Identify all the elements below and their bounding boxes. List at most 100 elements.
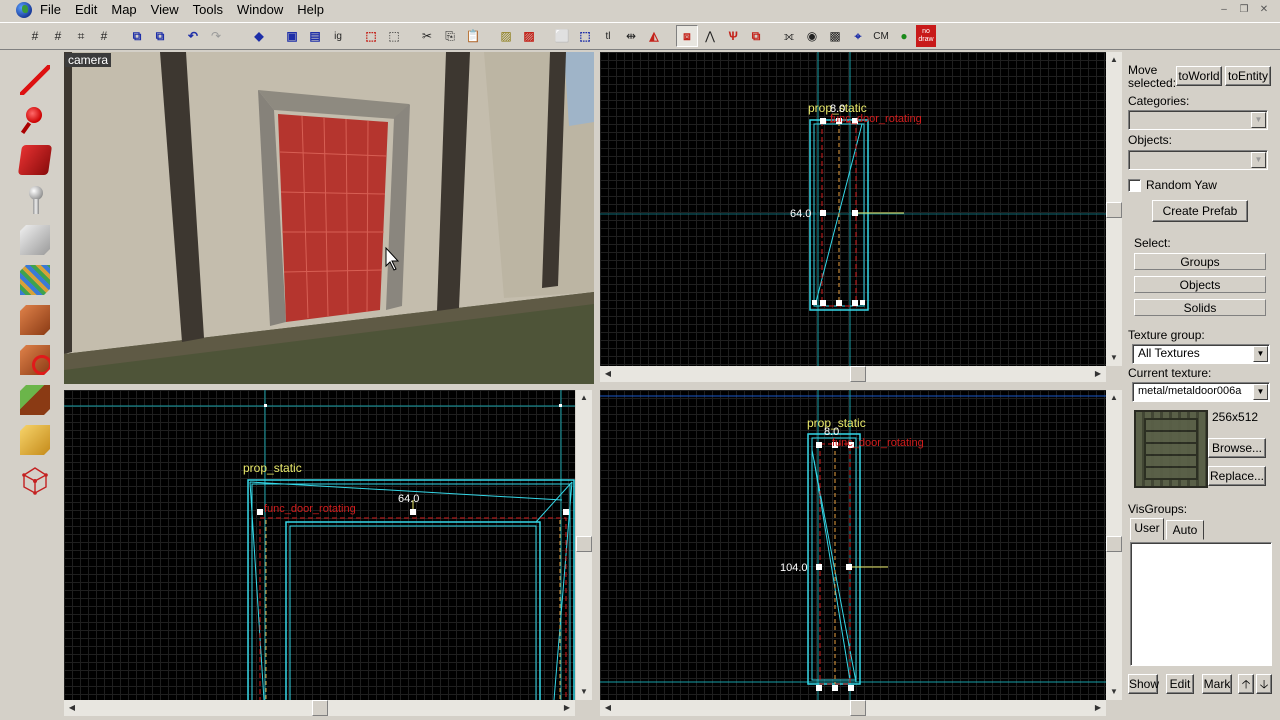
flip-horizontal-icon[interactable]: ⇹ (620, 25, 642, 47)
camera-icon[interactable]: ⌖ (847, 25, 869, 47)
to-world-button[interactable]: toWorld (1176, 66, 1222, 86)
top-2d-viewport[interactable]: prop_static func_door_rotating 8.0 64.0 (600, 52, 1106, 366)
tie-to-entity-icon[interactable]: ⬚ (574, 25, 596, 47)
grid-size-icon[interactable]: # (93, 25, 115, 47)
mark-button[interactable]: Mark (1202, 674, 1232, 694)
carve-icon[interactable]: ◆ (248, 25, 270, 47)
side-viewport-hscroll[interactable]: ◀ ▶ (600, 700, 1106, 716)
top-viewport-hscroll[interactable]: ◀ ▶ (600, 366, 1106, 382)
align-icon[interactable]: ⋀ (699, 25, 721, 47)
grid-toggle-icon[interactable]: # (24, 25, 46, 47)
arrow-down-icon[interactable]: 🡣 (1256, 674, 1272, 694)
menu-window[interactable]: Window (230, 0, 290, 20)
undo-icon[interactable]: ↶ (182, 25, 204, 47)
front-2d-viewport[interactable]: prop_static func_door_rotating 64.0 (64, 390, 575, 700)
top-viewport-vscroll[interactable]: ▲ ▼ (1106, 52, 1122, 366)
front-vscroll-thumb[interactable] (576, 536, 592, 552)
redo-icon[interactable]: ↷ (205, 25, 227, 47)
menu-edit[interactable]: Edit (68, 0, 104, 20)
ignore-groups-icon[interactable]: ig (327, 25, 349, 47)
show-button[interactable]: Show (1128, 674, 1159, 694)
front-viewport-hscroll[interactable]: ◀ ▶ (64, 700, 575, 716)
side-vscroll-thumb[interactable] (1106, 536, 1122, 552)
check-problems-icon[interactable]: ⧈ (676, 25, 698, 47)
current-texture-select[interactable]: metal/metaldoor006a ▼ (1132, 382, 1270, 402)
front-hscroll-thumb[interactable] (312, 700, 328, 716)
scroll-down-icon[interactable]: ▼ (576, 684, 592, 700)
replace-button[interactable]: Replace... (1208, 466, 1266, 486)
select-objects-button[interactable]: Objects (1134, 276, 1266, 293)
random-yaw-checkbox[interactable] (1128, 179, 1141, 192)
radar-icon[interactable]: ◉ (801, 25, 823, 47)
front-viewport-vscroll[interactable]: ▲ ▼ (576, 390, 592, 700)
visgroups-list[interactable] (1130, 542, 1272, 666)
scroll-up-icon[interactable]: ▲ (1106, 390, 1122, 406)
scroll-up-icon[interactable]: ▲ (1106, 52, 1122, 68)
app-icon[interactable] (16, 2, 32, 18)
select-solids-button[interactable]: Solids (1134, 299, 1266, 316)
scroll-right-icon[interactable]: ▶ (1090, 700, 1106, 716)
block-tool[interactable] (12, 220, 58, 260)
skybox-icon[interactable]: ● (893, 25, 915, 47)
tab-auto[interactable]: Auto (1166, 520, 1204, 540)
grid-3d-icon[interactable]: # (47, 25, 69, 47)
scroll-down-icon[interactable]: ▼ (1106, 350, 1122, 366)
nodraw-icon[interactable]: no draw (916, 25, 936, 47)
to-entity-button[interactable]: toEntity (1225, 66, 1271, 86)
apply-overlay-tool[interactable] (12, 380, 58, 420)
side-hscroll-thumb[interactable] (850, 700, 866, 716)
selection-tool[interactable] (12, 60, 58, 100)
arrow-up-icon[interactable]: 🡡 (1238, 674, 1254, 694)
create-prefab-button[interactable]: Create Prefab (1152, 200, 1248, 222)
camera-viewport[interactable]: camera (64, 52, 594, 384)
clipping-tool[interactable] (12, 420, 58, 460)
objects-select[interactable]: ▼ (1128, 150, 1268, 170)
hollow-icon[interactable]: ▣ (281, 25, 303, 47)
flip-icon[interactable]: ⬚ (383, 25, 405, 47)
paste-icon[interactable]: 📋 (462, 25, 484, 47)
texture-lock-icon[interactable]: ▨ (495, 25, 517, 47)
selection-icon[interactable]: ▤ (304, 25, 326, 47)
texture-application-tool[interactable] (12, 260, 58, 300)
minimize-icon[interactable]: – (1216, 3, 1232, 17)
display-icon[interactable]: ▩ (824, 25, 846, 47)
helpers-icon[interactable]: ⧉ (745, 25, 767, 47)
select-groups-button[interactable]: Groups (1134, 253, 1266, 270)
side-viewport-vscroll[interactable]: ▲ ▼ (1106, 390, 1122, 700)
close-icon[interactable]: ✕ (1256, 3, 1272, 17)
menu-map[interactable]: Map (104, 0, 143, 20)
menu-tools[interactable]: Tools (186, 0, 230, 20)
top-vscroll-thumb[interactable] (1106, 202, 1122, 218)
side-2d-viewport[interactable]: prop_static func_door_rotating 8.0 104.0 (600, 390, 1106, 700)
magnify-tool[interactable] (12, 100, 58, 140)
apply-current-texture-tool[interactable] (12, 300, 58, 340)
grid-dot-icon[interactable]: ⌗ (70, 25, 92, 47)
flip-vertical-icon[interactable]: ◭ (643, 25, 665, 47)
copy-icon[interactable]: ⎘ (439, 25, 461, 47)
cordon-icon[interactable]: ⬜ (551, 25, 573, 47)
menu-help[interactable]: Help (290, 0, 331, 20)
tab-user[interactable]: User (1130, 518, 1164, 540)
run-map-icon[interactable]: Ѱ (722, 25, 744, 47)
menu-file[interactable]: File (40, 0, 68, 20)
scroll-left-icon[interactable]: ◀ (600, 700, 616, 716)
chevron-down-icon[interactable]: ▼ (1251, 112, 1266, 128)
group-icon[interactable]: ⧉ (126, 25, 148, 47)
restore-icon[interactable]: ❐ (1236, 3, 1252, 17)
scroll-right-icon[interactable]: ▶ (559, 700, 575, 716)
cm-icon[interactable]: CM (870, 25, 892, 47)
scroll-down-icon[interactable]: ▼ (1106, 684, 1122, 700)
chevron-down-icon[interactable]: ▼ (1251, 152, 1266, 168)
menu-view[interactable]: View (144, 0, 186, 20)
top-hscroll-thumb[interactable] (850, 366, 866, 382)
scroll-right-icon[interactable]: ▶ (1090, 366, 1106, 382)
ungroup-icon[interactable]: ⧉ (149, 25, 171, 47)
apply-decal-tool[interactable] (12, 340, 58, 380)
chevron-down-icon[interactable]: ▼ (1253, 346, 1268, 362)
vertex-tool[interactable] (12, 460, 58, 500)
scroll-up-icon[interactable]: ▲ (576, 390, 592, 406)
face-edit-icon[interactable]: ⬚ (360, 25, 382, 47)
edit-button[interactable]: Edit (1166, 674, 1194, 694)
move-to-world-icon[interactable]: tl (597, 25, 619, 47)
categories-select[interactable]: ▼ (1128, 110, 1268, 130)
